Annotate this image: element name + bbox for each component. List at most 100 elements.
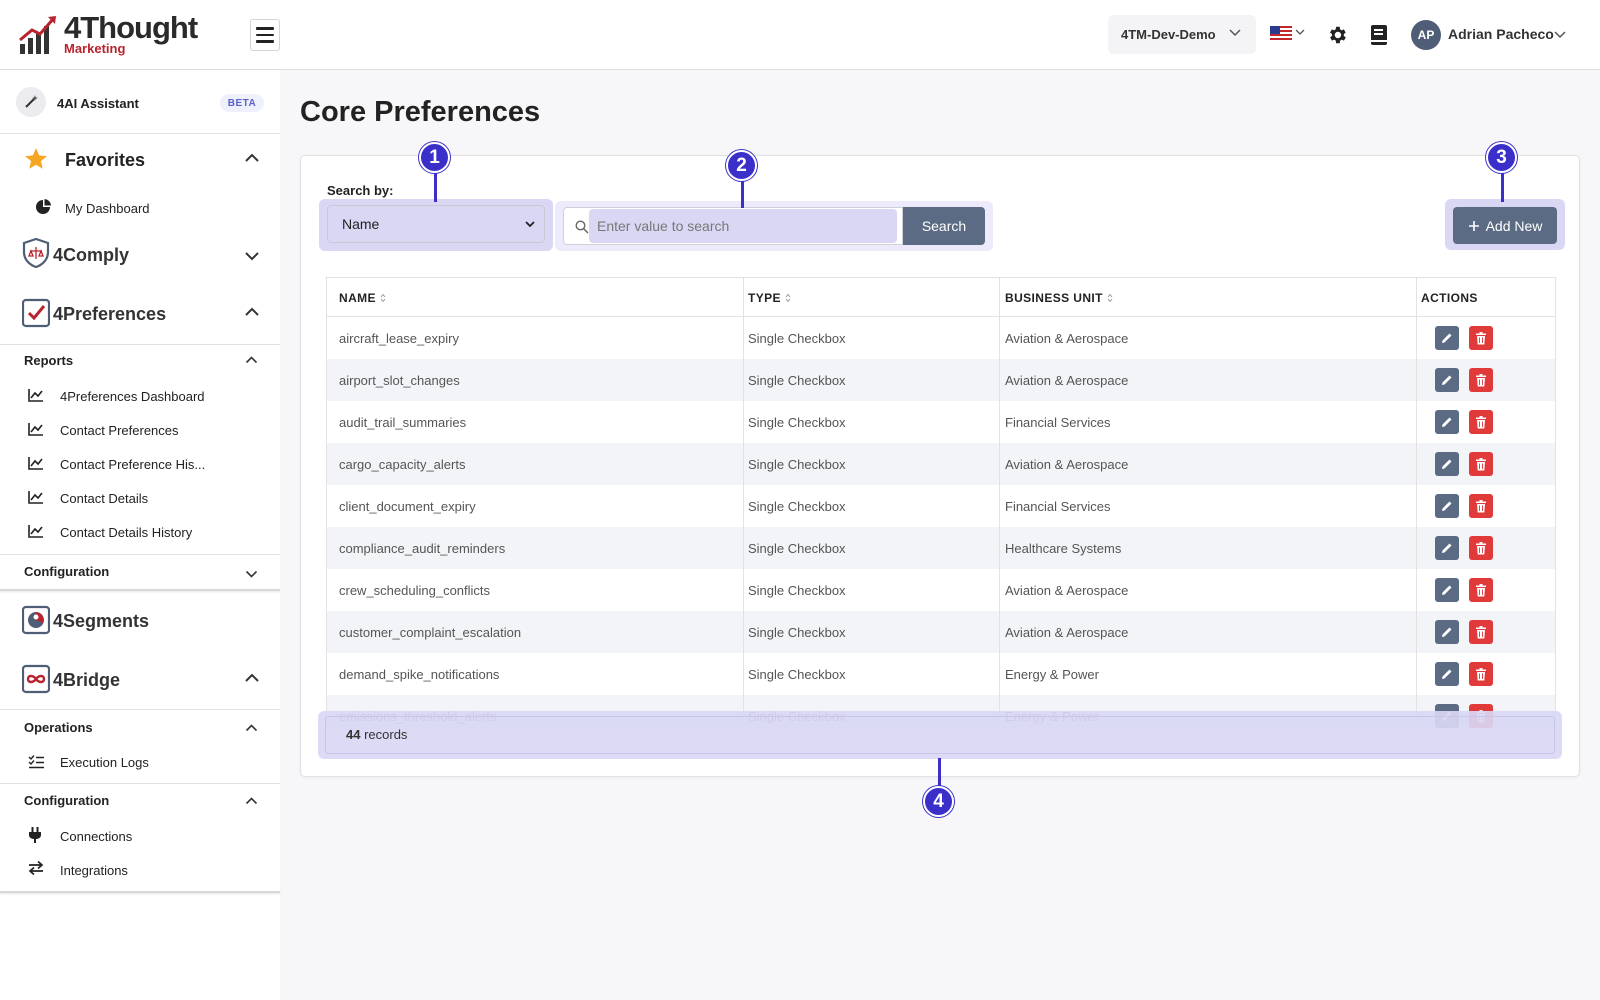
sidebar: 4AI Assistant BETA Favorites My Dashboar…: [0, 70, 280, 1000]
trash-icon: [1476, 583, 1486, 596]
column-header-business-unit[interactable]: BUSINESS UNIT: [1005, 278, 1113, 317]
chevron-up-icon[interactable]: [245, 796, 258, 806]
column-header-type[interactable]: TYPE: [748, 278, 791, 317]
sidebar-item-preferences-dashboard[interactable]: 4Preferences Dashboard: [60, 389, 205, 404]
sidebar-item-connections[interactable]: Connections: [60, 829, 132, 844]
delete-button[interactable]: [1469, 620, 1493, 644]
chevron-up-icon[interactable]: [244, 306, 260, 318]
edit-button[interactable]: [1435, 368, 1459, 392]
pencil-icon: [1442, 585, 1452, 595]
search-by-label: Search by:: [327, 183, 394, 198]
table-row[interactable]: compliance_audit_reminders Single Checkbo…: [327, 527, 1555, 569]
table-row[interactable]: airport_slot_changes Single Checkbox Aviat…: [327, 359, 1555, 401]
column-header-name[interactable]: NAME: [339, 278, 386, 317]
table-header: NAME TYPE BUSINESS UNIT ACTIONS: [327, 278, 1555, 317]
company-logo[interactable]: 4Thought Marketing: [18, 10, 208, 58]
delete-button[interactable]: [1469, 368, 1493, 392]
table-row[interactable]: audit_trail_summaries Single Checkbox Fina…: [327, 401, 1555, 443]
preferences-title[interactable]: 4Preferences: [53, 304, 166, 325]
delete-button[interactable]: [1469, 410, 1493, 434]
language-chevron-icon[interactable]: [1295, 27, 1305, 37]
bridge-title[interactable]: 4Bridge: [53, 670, 120, 691]
chevron-down-icon[interactable]: [244, 250, 260, 262]
ai-assistant-item[interactable]: 4AI Assistant BETA: [0, 70, 280, 134]
segments-title[interactable]: 4Segments: [53, 611, 149, 632]
sidebar-item-contact-details[interactable]: Contact Details: [60, 491, 148, 506]
delete-button[interactable]: [1469, 578, 1493, 602]
table-row[interactable]: crew_scheduling_conflicts Single Checkbox…: [327, 569, 1555, 611]
magic-wand-icon: [16, 87, 46, 117]
delete-button[interactable]: [1469, 452, 1493, 476]
table-row[interactable]: client_document_expiry Single Checkbox Fin…: [327, 485, 1555, 527]
delete-button[interactable]: [1469, 662, 1493, 686]
sidebar-item-execution-logs[interactable]: Execution Logs: [60, 755, 149, 770]
star-icon: [25, 148, 47, 169]
edit-button[interactable]: [1435, 662, 1459, 686]
table-row[interactable]: aircraft_lease_expiry Single Checkbox Avia…: [327, 317, 1555, 359]
table-row[interactable]: cargo_capacity_alerts Single Checkbox Avia…: [327, 443, 1555, 485]
line-chart-icon: [28, 423, 43, 436]
cell-business-unit: Aviation & Aerospace: [1005, 456, 1129, 472]
operations-header[interactable]: Operations: [24, 720, 93, 735]
edit-button[interactable]: [1435, 410, 1459, 434]
book-icon[interactable]: [1369, 24, 1389, 46]
table-row[interactable]: demand_spike_notifications Single Checkbo…: [327, 653, 1555, 695]
edit-button[interactable]: [1435, 620, 1459, 644]
table-row[interactable]: customer_complaint_escalation Single Chec…: [327, 611, 1555, 653]
trash-icon: [1476, 667, 1486, 680]
edit-button[interactable]: [1435, 452, 1459, 476]
chevron-up-icon[interactable]: [244, 672, 260, 684]
avatar[interactable]: AP: [1411, 20, 1441, 50]
search-input[interactable]: [597, 210, 893, 242]
gear-icon[interactable]: [1326, 24, 1348, 46]
edit-button[interactable]: [1435, 536, 1459, 560]
cell-business-unit: Aviation & Aerospace: [1005, 582, 1129, 598]
preferences-configuration-header[interactable]: Configuration: [24, 564, 109, 579]
edit-button[interactable]: [1435, 494, 1459, 518]
favorites-title[interactable]: Favorites: [65, 150, 145, 171]
sidebar-item-my-dashboard[interactable]: My Dashboard: [65, 201, 150, 216]
comply-shield-icon: [22, 238, 50, 268]
search-by-select[interactable]: Name: [327, 205, 545, 243]
user-name[interactable]: Adrian Pacheco: [1448, 26, 1554, 42]
sidebar-item-contact-preference-history[interactable]: Contact Preference His...: [60, 457, 205, 472]
edit-button[interactable]: [1435, 326, 1459, 350]
sidebar-item-contact-details-history[interactable]: Contact Details History: [60, 525, 192, 540]
sidebar-item-contact-preferences[interactable]: Contact Preferences: [60, 423, 179, 438]
environment-selector[interactable]: 4TM-Dev-Demo: [1108, 15, 1256, 54]
delete-button[interactable]: [1469, 326, 1493, 350]
edit-button[interactable]: [1435, 578, 1459, 602]
cell-type: Single Checkbox: [748, 498, 846, 514]
page-title: Core Preferences: [300, 96, 541, 128]
delete-button[interactable]: [1469, 494, 1493, 518]
cell-type: Single Checkbox: [748, 372, 846, 388]
cell-business-unit: Aviation & Aerospace: [1005, 330, 1129, 346]
comply-title[interactable]: 4Comply: [53, 245, 129, 266]
menu-toggle-button[interactable]: [250, 19, 280, 51]
plus-icon: [1468, 220, 1479, 231]
chevron-up-icon[interactable]: [245, 723, 258, 733]
reports-header[interactable]: Reports: [24, 353, 73, 368]
search-button[interactable]: Search: [903, 207, 985, 245]
chevron-down-icon[interactable]: [245, 569, 258, 579]
chevron-down-icon[interactable]: [1553, 27, 1567, 41]
chevron-up-icon[interactable]: [244, 152, 260, 164]
line-chart-icon: [28, 389, 43, 402]
delete-button[interactable]: [1469, 536, 1493, 560]
cell-name: customer_complaint_escalation: [339, 624, 522, 640]
pencil-icon: [1442, 375, 1452, 385]
chevron-up-icon[interactable]: [245, 355, 258, 365]
bridge-configuration-header[interactable]: Configuration: [24, 793, 109, 808]
us-flag-icon[interactable]: [1270, 26, 1292, 41]
add-new-button[interactable]: Add New: [1453, 207, 1557, 244]
cell-type: Single Checkbox: [748, 456, 846, 472]
table-footer: [325, 716, 1555, 754]
sidebar-item-integrations[interactable]: Integrations: [60, 863, 128, 878]
environment-label: 4TM-Dev-Demo: [1121, 27, 1216, 42]
top-bar: 4Thought Marketing 4TM-Dev-Demo AP Adria…: [0, 0, 1600, 70]
segments-icon: [22, 605, 50, 635]
callout-marker-1: 1: [419, 142, 450, 173]
callout-marker-4: 4: [923, 786, 954, 817]
cell-name: airport_slot_changes: [339, 372, 460, 388]
cell-type: Single Checkbox: [748, 582, 846, 598]
